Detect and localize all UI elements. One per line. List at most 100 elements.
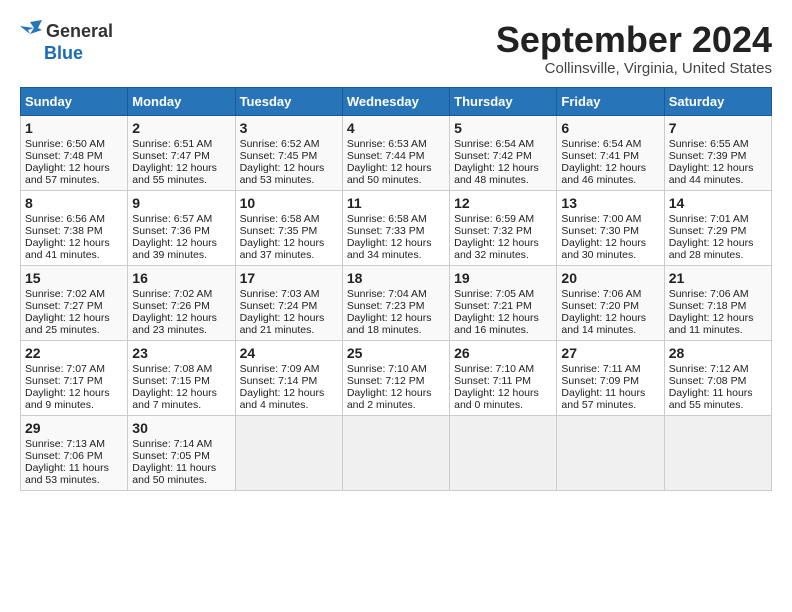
day-number: 18 (347, 270, 445, 286)
day-info-line: and 30 minutes. (561, 249, 659, 261)
day-info-line: Sunset: 7:21 PM (454, 300, 552, 312)
day-info-line: Sunrise: 7:10 AM (454, 363, 552, 375)
day-info-line: and 25 minutes. (25, 324, 123, 336)
day-info-line: and 46 minutes. (561, 174, 659, 186)
calendar-header: SundayMondayTuesdayWednesdayThursdayFrid… (21, 87, 772, 115)
day-info-line: Sunset: 7:29 PM (669, 225, 767, 237)
day-info-line: and 48 minutes. (454, 174, 552, 186)
day-info-line: Sunset: 7:47 PM (132, 150, 230, 162)
day-info-line: Sunrise: 7:12 AM (669, 363, 767, 375)
day-number: 22 (25, 345, 123, 361)
day-number: 30 (132, 420, 230, 436)
day-info-line: Daylight: 12 hours (25, 162, 123, 174)
day-info-line: and 32 minutes. (454, 249, 552, 261)
week-row-1: 1Sunrise: 6:50 AMSunset: 7:48 PMDaylight… (21, 115, 772, 190)
cell-3-5: 19 Sunrise: 7:05 AMSunset: 7:21 PMDayligh… (450, 265, 557, 340)
day-info-line: Sunrise: 6:56 AM (25, 213, 123, 225)
day-info-line: Sunrise: 7:09 AM (240, 363, 338, 375)
cell-2-1: 8Sunrise: 6:56 AMSunset: 7:38 PMDaylight… (21, 190, 128, 265)
cell-1-5: 5Sunrise: 6:54 AMSunset: 7:42 PMDaylight… (450, 115, 557, 190)
day-info-line: and 53 minutes. (25, 474, 123, 486)
day-info-line: Sunrise: 7:02 AM (25, 288, 123, 300)
day-number: 16 (132, 270, 230, 286)
day-number: 23 (132, 345, 230, 361)
cell-4-3: 24Sunrise: 7:09 AMSunset: 7:14 PMDayligh… (235, 340, 342, 415)
day-number: 4 (347, 120, 445, 136)
calendar-table: SundayMondayTuesdayWednesdayThursdayFrid… (20, 87, 772, 491)
day-info-line: Daylight: 12 hours (240, 312, 338, 324)
day-number: 19 (454, 270, 552, 286)
day-info-line: Daylight: 12 hours (454, 312, 552, 324)
cell-5-6 (557, 415, 664, 490)
day-info-line: and 37 minutes. (240, 249, 338, 261)
day-info-line: Sunrise: 6:59 AM (454, 213, 552, 225)
day-info-line: and 9 minutes. (25, 399, 123, 411)
cell-1-7: 7Sunrise: 6:55 AMSunset: 7:39 PMDaylight… (664, 115, 771, 190)
day-info-line: Daylight: 12 hours (347, 387, 445, 399)
day-info-line: Daylight: 12 hours (347, 237, 445, 249)
day-info-line: Sunrise: 7:11 AM (561, 363, 659, 375)
day-info-line: Sunset: 7:15 PM (132, 375, 230, 387)
col-header-tuesday: Tuesday (235, 87, 342, 115)
col-header-sunday: Sunday (21, 87, 128, 115)
day-number: 2 (132, 120, 230, 136)
day-info-line: and 50 minutes. (132, 474, 230, 486)
day-info-line: Daylight: 11 hours (669, 387, 767, 399)
day-info-line: Sunset: 7:06 PM (25, 450, 123, 462)
cell-2-7: 14Sunrise: 7:01 AMSunset: 7:29 PMDayligh… (664, 190, 771, 265)
day-info-line: Daylight: 12 hours (454, 162, 552, 174)
day-info-line: Sunset: 7:08 PM (669, 375, 767, 387)
day-info-line: Sunset: 7:38 PM (25, 225, 123, 237)
cell-2-4: 11Sunrise: 6:58 AMSunset: 7:33 PMDayligh… (342, 190, 449, 265)
day-info-line: Sunset: 7:30 PM (561, 225, 659, 237)
day-info-line: Sunset: 7:32 PM (454, 225, 552, 237)
day-info-line: and 41 minutes. (25, 249, 123, 261)
day-number: 11 (347, 195, 445, 211)
day-info-line: and 23 minutes. (132, 324, 230, 336)
day-info-line: and 28 minutes. (669, 249, 767, 261)
calendar-body: 1Sunrise: 6:50 AMSunset: 7:48 PMDaylight… (21, 115, 772, 490)
day-info-line: Daylight: 12 hours (132, 237, 230, 249)
day-info-line: Sunset: 7:14 PM (240, 375, 338, 387)
col-header-monday: Monday (128, 87, 235, 115)
day-info-line: and 55 minutes. (669, 399, 767, 411)
day-info-line: and 0 minutes. (454, 399, 552, 411)
day-number: 7 (669, 120, 767, 136)
day-info-line: Sunset: 7:20 PM (561, 300, 659, 312)
day-info-line: Daylight: 11 hours (561, 387, 659, 399)
day-info-line: Sunrise: 7:03 AM (240, 288, 338, 300)
cell-4-5: 26Sunrise: 7:10 AMSunset: 7:11 PMDayligh… (450, 340, 557, 415)
cell-5-2: 30Sunrise: 7:14 AMSunset: 7:05 PMDayligh… (128, 415, 235, 490)
day-info-line: Sunrise: 7:14 AM (132, 438, 230, 450)
day-info-line: and 55 minutes. (132, 174, 230, 186)
day-info-line: Sunset: 7:17 PM (25, 375, 123, 387)
day-info-line: Daylight: 12 hours (25, 312, 123, 324)
day-info-line: Daylight: 12 hours (669, 312, 767, 324)
week-row-4: 22Sunrise: 7:07 AMSunset: 7:17 PMDayligh… (21, 340, 772, 415)
cell-5-7 (664, 415, 771, 490)
day-info-line: Daylight: 12 hours (561, 312, 659, 324)
day-info-line: and 7 minutes. (132, 399, 230, 411)
day-number: 15 (25, 270, 123, 286)
day-info-line: Sunset: 7:23 PM (347, 300, 445, 312)
cell-3-3: 17Sunrise: 7:03 AMSunset: 7:24 PMDayligh… (235, 265, 342, 340)
day-info-line: and 44 minutes. (669, 174, 767, 186)
day-info-line: Sunrise: 7:05 AM (454, 288, 552, 300)
day-info-line: Sunset: 7:05 PM (132, 450, 230, 462)
day-info-line: Daylight: 12 hours (240, 237, 338, 249)
day-info-line: Daylight: 12 hours (669, 237, 767, 249)
day-info-line: Sunset: 7:24 PM (240, 300, 338, 312)
day-info-line: and 14 minutes. (561, 324, 659, 336)
day-info-line: Daylight: 12 hours (454, 387, 552, 399)
day-info-line: Sunset: 7:33 PM (347, 225, 445, 237)
day-number: 20 (561, 270, 659, 286)
day-info-line: Sunset: 7:12 PM (347, 375, 445, 387)
day-info-line: Sunset: 7:27 PM (25, 300, 123, 312)
col-header-thursday: Thursday (450, 87, 557, 115)
day-info-line: Sunrise: 6:50 AM (25, 138, 123, 150)
cell-5-5 (450, 415, 557, 490)
day-info-line: Sunset: 7:44 PM (347, 150, 445, 162)
logo-blue: Blue (44, 43, 83, 64)
day-number: 6 (561, 120, 659, 136)
day-info-line: Daylight: 12 hours (25, 387, 123, 399)
